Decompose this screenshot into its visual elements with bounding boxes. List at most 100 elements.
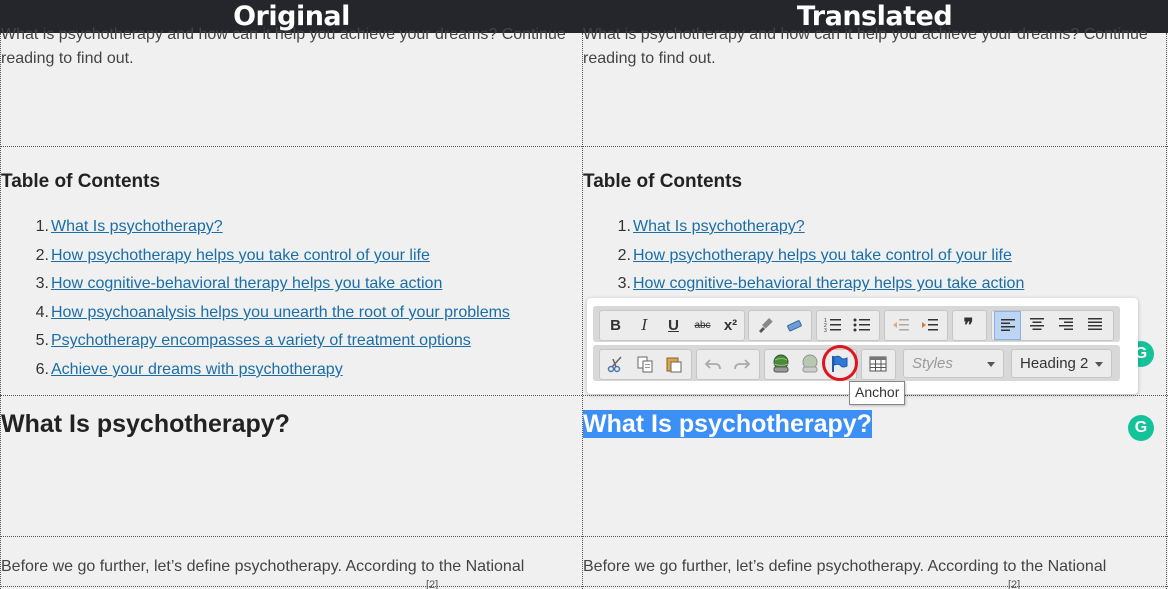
toc-link[interactable]: How cognitive-behavioral therapy helps y… — [633, 275, 1024, 292]
translated-paragraph-cell[interactable]: Before we go further, let’s define psych… — [583, 537, 1165, 589]
align-center-icon — [1029, 318, 1044, 330]
globe-link-icon — [773, 354, 788, 373]
copy-icon — [637, 356, 652, 373]
history-group — [696, 349, 760, 380]
anchor-tooltip: Anchor — [849, 381, 906, 405]
toc-link[interactable]: How cognitive-behavioral therapy helps y… — [51, 275, 442, 292]
redo-icon — [733, 359, 750, 370]
bold-button[interactable]: B — [602, 311, 629, 340]
undo-icon — [704, 359, 721, 370]
globe-unlink-icon — [802, 354, 817, 373]
toc-link[interactable]: How psychotherapy helps you take control… — [51, 247, 430, 264]
grammarly-icon[interactable]: G — [1128, 415, 1154, 441]
intro-line: reading to find out. — [583, 50, 716, 67]
toc-link[interactable]: What Is psychotherapy? — [51, 218, 223, 235]
eraser-icon — [786, 320, 802, 332]
superscript-button[interactable]: x² — [717, 311, 744, 340]
numbered-list-icon: 123 — [824, 318, 841, 334]
original-toc-cell[interactable]: Table of Contents 1. What Is psychotherap… — [1, 147, 581, 394]
bulleted-list-button[interactable] — [848, 311, 875, 340]
intro-line: What is psychotherapy and how can it hel… — [583, 26, 1148, 43]
unlink-button[interactable] — [796, 350, 823, 379]
section-heading: What Is psychotherapy? — [1, 410, 290, 438]
brush-icon — [758, 318, 773, 333]
paste-button[interactable] — [660, 350, 687, 379]
align-right-icon — [1058, 318, 1073, 330]
blockquote-group: ❞ — [952, 310, 987, 341]
intro-line: What is psychotherapy and how can it hel… — [1, 26, 566, 43]
footnote-marker: [2] — [426, 579, 439, 589]
toc-title: Table of Contents — [583, 171, 743, 192]
format-painter-button[interactable] — [751, 311, 778, 340]
remove-format-button[interactable] — [780, 311, 807, 340]
text-style-group: B I U abc x² — [599, 310, 745, 341]
copy-button[interactable] — [631, 350, 658, 379]
undo-button[interactable] — [699, 350, 726, 379]
toc-item: 1. What Is psychotherapy? — [617, 218, 805, 235]
toc-link[interactable]: Psychotherapy encompasses a variety of t… — [51, 332, 471, 349]
clipboard-group — [599, 349, 692, 380]
indent-button[interactable] — [916, 311, 943, 340]
paragraph-line: Before we go further, let’s define psych… — [1, 558, 525, 575]
chevron-down-icon — [987, 362, 995, 367]
format-dropdown-label: Heading 2 — [1020, 355, 1089, 372]
paste-icon — [666, 357, 681, 373]
toc-link[interactable]: How psychotherapy helps you take control… — [633, 247, 1012, 264]
format-dropdown[interactable]: Heading 2 — [1011, 349, 1112, 378]
styles-dropdown[interactable]: Styles — [903, 349, 1004, 378]
toc-item: 2. How psychotherapy helps you take contr… — [617, 246, 1012, 264]
underline-button[interactable]: U — [660, 311, 687, 340]
toolbar-row-formatting: B I U abc x² 123 ❞ — [593, 306, 1120, 342]
translated-heading-cell[interactable]: What Is psychotherapy? — [583, 396, 1165, 535]
table-button[interactable] — [864, 350, 891, 379]
toc-link[interactable]: How psychoanalysis helps you unearth the… — [51, 304, 510, 321]
table-icon — [869, 356, 886, 372]
footnote-marker: [2] — [1008, 579, 1021, 589]
align-justify-button[interactable] — [1081, 311, 1108, 340]
cut-button[interactable] — [602, 350, 629, 379]
align-justify-icon — [1087, 318, 1102, 330]
scissors-icon — [607, 356, 622, 373]
intro-line: reading to find out. — [1, 50, 134, 67]
original-intro-cell[interactable]: What is psychotherapy and how can it hel… — [1, 23, 581, 145]
italic-button[interactable]: I — [631, 311, 658, 340]
annotation-circle — [822, 345, 858, 381]
toc-item: 5. Psychotherapy encompasses a variety of… — [35, 332, 471, 350]
blockquote-button[interactable]: ❞ — [955, 311, 982, 340]
translated-intro-cell[interactable]: What is psychotherapy and how can it hel… — [583, 23, 1165, 145]
toc-item: 1. What Is psychotherapy? — [35, 218, 223, 235]
toc-list: 1. What Is psychotherapy? 2. How psychothe… — [1, 213, 581, 385]
link-button[interactable] — [767, 350, 794, 379]
toc-item: 3. How cognitive-behavioral therapy helps… — [617, 275, 1025, 293]
toc-list: 1. What Is psychotherapy? 2. How psychothe… — [583, 213, 1165, 299]
align-right-button[interactable] — [1052, 311, 1079, 340]
indent-icon — [921, 319, 938, 331]
list-group: 123 — [816, 310, 880, 341]
section-heading-selected[interactable]: What Is psychotherapy? — [583, 410, 1165, 439]
original-heading-cell[interactable]: What Is psychotherapy? — [1, 396, 581, 535]
original-paragraph-cell[interactable]: Before we go further, let’s define psych… — [1, 537, 581, 589]
align-center-button[interactable] — [1023, 311, 1050, 340]
svg-text:3: 3 — [824, 328, 827, 334]
strikethrough-button[interactable]: abc — [689, 311, 716, 340]
toc-link[interactable]: What Is psychotherapy? — [633, 218, 805, 235]
toc-item: 4. How psychoanalysis helps you unearth t… — [35, 303, 510, 321]
outdent-button[interactable] — [887, 311, 914, 340]
outdent-icon — [892, 319, 909, 331]
toc-item: 6. Achieve your dreams with psychotherapy — [35, 360, 343, 378]
toc-item: 2. How psychotherapy helps you take contr… — [35, 246, 430, 264]
toc-title: Table of Contents — [1, 171, 161, 192]
indent-group — [884, 310, 948, 341]
bulleted-list-icon — [853, 318, 870, 332]
paragraph-line: Before we go further, let’s define psych… — [583, 558, 1107, 575]
redo-button[interactable] — [728, 350, 755, 379]
align-left-button[interactable] — [994, 311, 1021, 340]
toc-link[interactable]: Achieve your dreams with psychotherapy — [51, 361, 343, 378]
align-left-icon — [1000, 319, 1015, 331]
editor-toolbar: B I U abc x² 123 ❞ Styles Heading 2 — [587, 298, 1138, 394]
styles-dropdown-label: Styles — [912, 355, 953, 372]
alignment-group — [991, 310, 1114, 341]
numbered-list-button[interactable]: 123 — [819, 311, 846, 340]
toc-item: 3. How cognitive-behavioral therapy helps… — [35, 275, 443, 293]
table-group — [861, 349, 896, 380]
